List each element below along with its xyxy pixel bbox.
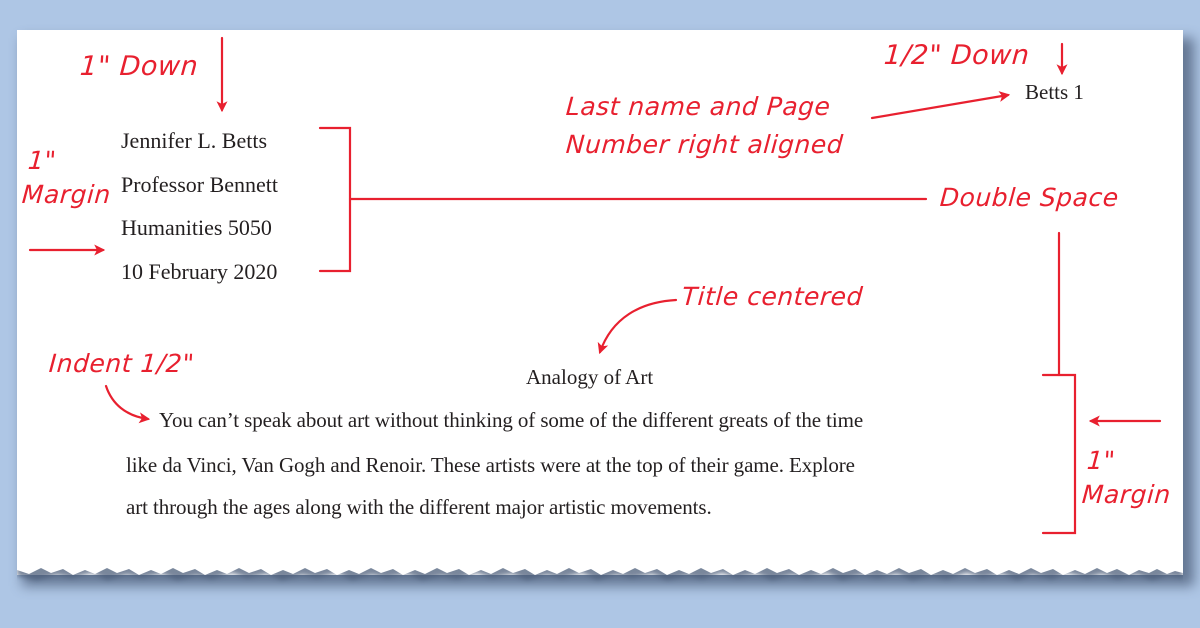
running-head: Betts 1 <box>1025 80 1084 104</box>
paper-title: Analogy of Art <box>526 365 654 389</box>
annotation-last-name-line1: Last name and Page <box>564 92 832 121</box>
heading-student-name: Jennifer L. Betts <box>121 128 268 153</box>
body-line-3: art through the ages along with the diff… <box>126 495 712 519</box>
heading-date: 10 February 2020 <box>121 259 278 284</box>
heading-professor: Professor Bennett <box>121 172 279 197</box>
torn-page-edge <box>17 560 1183 580</box>
annotation-last-name-line2: Number right aligned <box>564 130 845 159</box>
body-line-1: You can’t speak about art without thinki… <box>159 408 864 432</box>
annotation-right-margin-line1: 1" <box>1085 446 1117 475</box>
annotation-double-space: Double Space <box>938 183 1120 212</box>
annotation-half-inch-down: 1/2" Down <box>882 40 1031 71</box>
annotation-left-margin-line2: Margin <box>20 180 112 209</box>
body-line-2: like da Vinci, Van Gogh and Renoir. Thes… <box>126 453 855 477</box>
heading-course: Humanities 5050 <box>121 215 272 240</box>
annotation-indent: Indent 1/2" <box>47 349 196 378</box>
annotation-title-centered: Title centered <box>680 282 864 311</box>
annotation-one-inch-down: 1" Down <box>78 51 200 82</box>
annotation-left-margin-line1: 1" <box>26 146 58 175</box>
annotation-right-margin-line2: Margin <box>1080 480 1172 509</box>
